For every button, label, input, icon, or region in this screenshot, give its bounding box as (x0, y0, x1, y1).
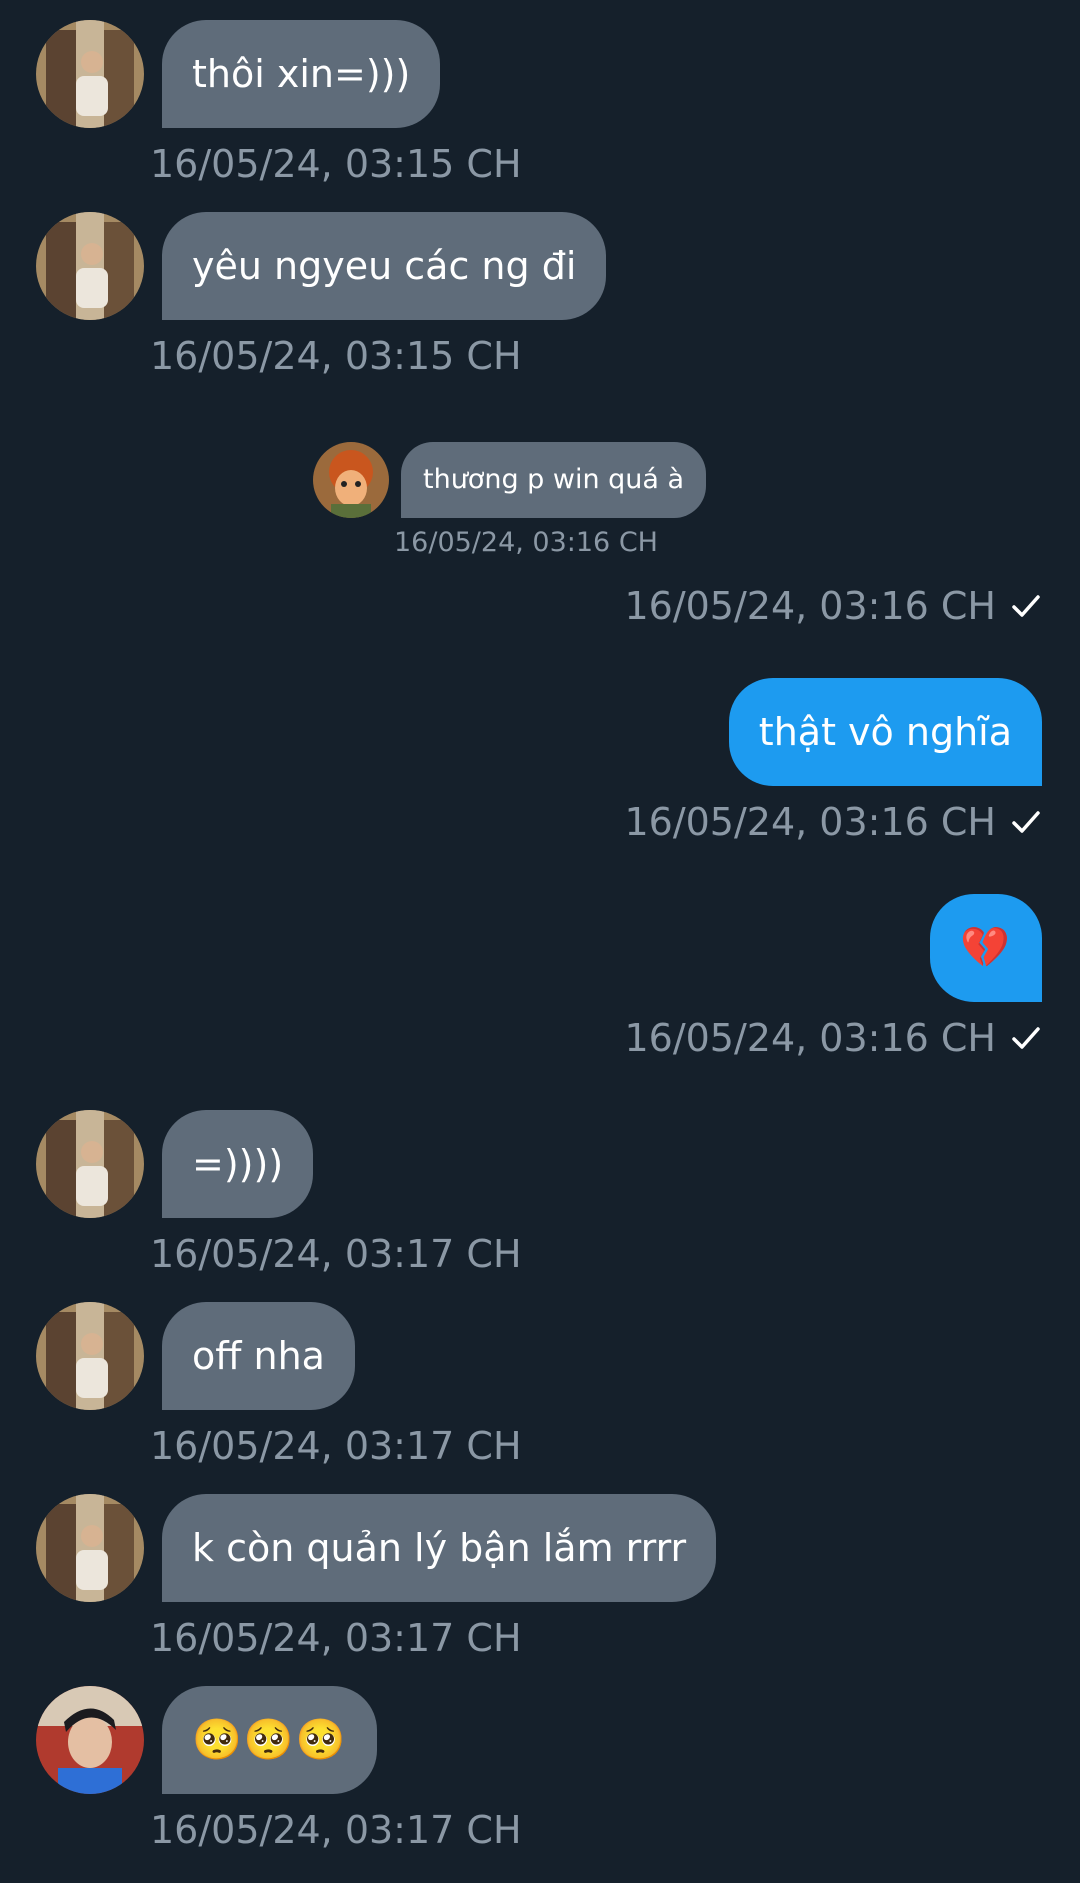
avatar-user-photo (36, 212, 144, 320)
message-timestamp: 16/05/24, 03:17 CH (150, 1232, 522, 1276)
avatar-user-photo (36, 20, 144, 128)
message-status: 16/05/24, 03:16 CH (624, 1016, 1042, 1060)
message-bubble-outgoing[interactable]: 💔 (930, 894, 1042, 1002)
quoted-message-bubble[interactable]: thương p win quá à (401, 442, 707, 518)
message-status: 16/05/24, 03:16 CH (624, 584, 1042, 628)
message-bubble-incoming[interactable]: =)))) (162, 1110, 314, 1218)
message-bubble-outgoing[interactable]: thật vô nghĩa (728, 678, 1042, 786)
avatar[interactable] (36, 1302, 144, 1410)
avatar-user-photo (36, 1302, 144, 1410)
check-icon (1010, 590, 1042, 622)
avatar[interactable] (36, 1110, 144, 1218)
message-timestamp: 16/05/24, 03:17 CH (150, 1616, 522, 1660)
avatar-cartoon (313, 442, 389, 518)
avatar[interactable] (36, 212, 144, 320)
check-icon (1010, 806, 1042, 838)
message-timestamp: 16/05/24, 03:15 CH (150, 142, 522, 186)
avatar[interactable] (36, 20, 144, 128)
quoted-avatar[interactable] (313, 442, 389, 518)
message-timestamp: 16/05/24, 03:17 CH (150, 1424, 522, 1468)
avatar[interactable] (36, 1686, 144, 1794)
avatar-user-photo-2 (36, 1686, 144, 1794)
message-bubble-incoming[interactable]: off nha (162, 1302, 355, 1410)
message-bubble-incoming[interactable]: 🥺🥺🥺 (162, 1686, 378, 1794)
avatar[interactable] (36, 1494, 144, 1602)
message-timestamp: 16/05/24, 03:16 CH (624, 800, 996, 844)
avatar-user-photo (36, 1494, 144, 1602)
quoted-message-timestamp: 16/05/24, 03:16 CH (394, 527, 658, 558)
message-bubble-incoming[interactable]: yêu ngyeu các ng đi (162, 212, 607, 320)
avatar-user-photo (36, 1110, 144, 1218)
message-timestamp: 16/05/24, 03:16 CH (624, 584, 996, 628)
check-icon (1010, 1022, 1042, 1054)
message-status: 16/05/24, 03:16 CH (624, 800, 1042, 844)
message-timestamp: 16/05/24, 03:16 CH (624, 1016, 996, 1060)
message-bubble-incoming[interactable]: thôi xin=))) (162, 20, 441, 128)
message-bubble-incoming[interactable]: k còn quản lý bận lắm rrrr (162, 1494, 717, 1602)
message-timestamp: 16/05/24, 03:17 CH (150, 1808, 522, 1852)
message-timestamp: 16/05/24, 03:15 CH (150, 334, 522, 378)
